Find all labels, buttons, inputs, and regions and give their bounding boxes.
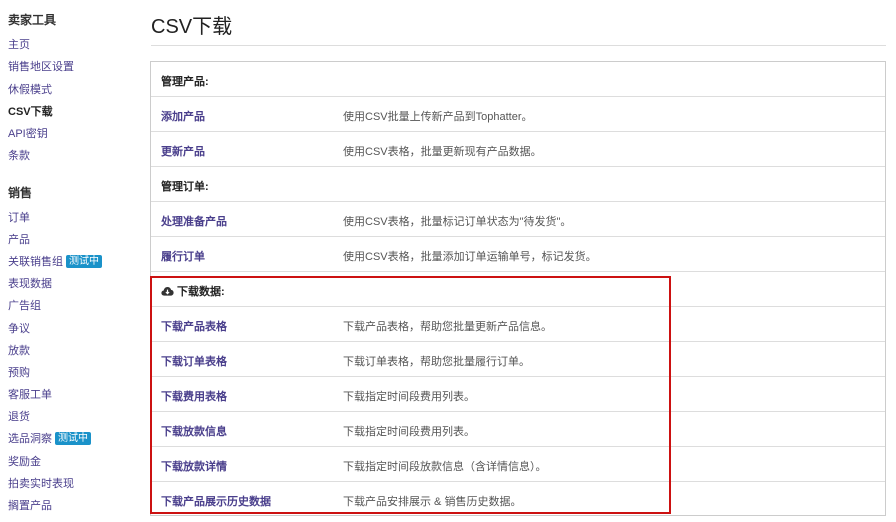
table-row: 下载放款详情 下载指定时间段放款信息（含详情信息）。 (151, 447, 885, 482)
download-payout-info-link[interactable]: 下载放款信息 (161, 423, 227, 439)
sidebar-item-orders[interactable]: 订单 (8, 211, 30, 225)
cloud-download-icon (161, 287, 174, 296)
sidebar-item-csv-download[interactable]: CSV下载 (8, 105, 53, 119)
sidebar-heading-seller-tools: 卖家工具 (8, 13, 57, 27)
download-payout-details-link[interactable]: 下载放款详情 (161, 458, 227, 474)
section-header-download-data: 下载数据: (151, 272, 885, 307)
download-products-link[interactable]: 下载产品表格 (161, 318, 227, 334)
row-description: 下载指定时间段放款信息（含详情信息）。 (343, 461, 547, 473)
section-header-manage-orders: 管理订单: (151, 167, 885, 202)
sidebar-item-ad-groups[interactable]: 广告组 (8, 299, 41, 313)
sidebar-item-performance-data[interactable]: 表现数据 (8, 277, 52, 291)
row-description: 使用CSV批量上传新产品到Tophatter。 (343, 111, 533, 123)
section-title: 下载数据: (161, 283, 225, 299)
update-products-link[interactable]: 更新产品 (161, 143, 205, 159)
table-row: 下载订单表格 下载订单表格，帮助您批量履行订单。 (151, 342, 885, 377)
row-description: 使用CSV表格，批量更新现有产品数据。 (343, 146, 542, 158)
sidebar-item-rewards[interactable]: 奖励金 (8, 455, 41, 469)
sidebar-item-product-insights[interactable]: 选品洞察 测试中 (8, 432, 91, 446)
row-description: 下载订单表格，帮助您批量履行订单。 (343, 356, 530, 368)
table-row: 下载费用表格 下载指定时间段费用列表。 (151, 377, 885, 412)
row-description: 下载指定时间段费用列表。 (343, 391, 475, 403)
sidebar-item-returns[interactable]: 退货 (8, 410, 30, 424)
section-title: 管理产品: (161, 76, 209, 88)
add-products-link[interactable]: 添加产品 (161, 108, 205, 124)
sidebar-item-shelved-products[interactable]: 搁置产品 (8, 499, 52, 513)
sidebar-item-label: 选品洞察 (8, 433, 52, 445)
sidebar-item-terms[interactable]: 条款 (8, 149, 30, 163)
row-description: 下载产品安排展示 & 销售历史数据。 (343, 496, 522, 508)
sidebar-item-sales-region[interactable]: 销售地区设置 (8, 60, 74, 74)
sidebar-item-products[interactable]: 产品 (8, 233, 30, 247)
sidebar-item-support-tickets[interactable]: 客服工单 (8, 388, 52, 402)
row-description: 使用CSV表格，批量标记订单状态为"待发货"。 (343, 216, 572, 228)
table-row: 添加产品 使用CSV批量上传新产品到Tophatter。 (151, 97, 885, 132)
section-title: 管理订单: (161, 181, 209, 193)
page-title: CSV下载 (151, 16, 233, 38)
sidebar-item-related-sales-groups[interactable]: 关联销售组 测试中 (8, 255, 102, 269)
download-display-history-link[interactable]: 下载产品展示历史数据 (161, 493, 271, 509)
sidebar-item-preorders[interactable]: 预购 (8, 366, 30, 380)
title-divider (151, 45, 886, 46)
row-description: 下载产品表格，帮助您批量更新产品信息。 (343, 321, 552, 333)
beta-badge: 测试中 (55, 432, 91, 445)
sidebar: 卖家工具 主页 销售地区设置 休假模式 CSV下载 API密钥 条款 销售 订单… (0, 0, 140, 522)
table-row: 下载产品表格 下载产品表格，帮助您批量更新产品信息。 (151, 307, 885, 342)
sidebar-item-label: 关联销售组 (8, 256, 63, 268)
table-row: 处理准备产品 使用CSV表格，批量标记订单状态为"待发货"。 (151, 202, 885, 237)
sidebar-item-payouts[interactable]: 放款 (8, 344, 30, 358)
sidebar-item-auction-live-performance[interactable]: 拍卖实时表现 (8, 477, 74, 491)
sidebar-heading-sales: 销售 (8, 186, 33, 200)
sidebar-item-vacation-mode[interactable]: 休假模式 (8, 83, 52, 97)
row-description: 下载指定时间段费用列表。 (343, 426, 475, 438)
table-row: 更新产品 使用CSV表格，批量更新现有产品数据。 (151, 132, 885, 167)
table-row: 下载放款信息 下载指定时间段费用列表。 (151, 412, 885, 447)
download-fees-link[interactable]: 下载费用表格 (161, 388, 227, 404)
fulfill-orders-link[interactable]: 履行订单 (161, 248, 205, 264)
sidebar-item-api-key[interactable]: API密钥 (8, 127, 48, 141)
csv-table: 管理产品: 添加产品 使用CSV批量上传新产品到Tophatter。 更新产品 … (150, 61, 886, 516)
sidebar-item-disputes[interactable]: 争议 (8, 322, 30, 336)
download-orders-link[interactable]: 下载订单表格 (161, 353, 227, 369)
row-description: 使用CSV表格，批量添加订单运输单号，标记发货。 (343, 251, 597, 263)
process-preparing-products-link[interactable]: 处理准备产品 (161, 213, 227, 229)
beta-badge: 测试中 (66, 255, 102, 268)
section-title-text: 下载数据: (177, 286, 225, 298)
table-row: 下载产品展示历史数据 下载产品安排展示 & 销售历史数据。 (151, 482, 885, 517)
section-header-manage-products: 管理产品: (151, 62, 885, 97)
sidebar-item-home[interactable]: 主页 (8, 38, 30, 52)
table-row: 履行订单 使用CSV表格，批量添加订单运输单号，标记发货。 (151, 237, 885, 272)
